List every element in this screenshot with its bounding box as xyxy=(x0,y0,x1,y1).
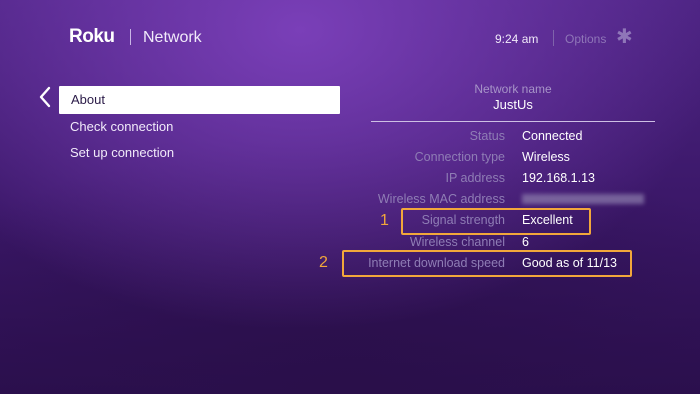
status-label: Status xyxy=(469,129,505,143)
mac-address-redacted xyxy=(522,194,644,204)
menu-item-about[interactable]: About xyxy=(59,86,340,114)
network-name-value: JustUs xyxy=(493,97,533,112)
annotation-marker-1: 1 xyxy=(380,212,389,229)
menu-item-set-up-connection[interactable]: Set up connection xyxy=(70,145,174,160)
wireless-channel-value: 6 xyxy=(522,235,529,249)
download-speed-value: Good as of 11/13 xyxy=(522,256,617,270)
annotation-marker-2: 2 xyxy=(319,254,328,271)
back-chevron-icon[interactable] xyxy=(38,86,52,108)
header-divider xyxy=(130,29,131,45)
roku-logo: Roku xyxy=(69,26,115,47)
ip-address-label: IP address xyxy=(445,171,505,185)
ip-address-value: 192.168.1.13 xyxy=(522,171,595,185)
network-name-label: Network name xyxy=(474,82,552,96)
divider xyxy=(371,121,655,122)
signal-strength-label: Signal strength xyxy=(421,213,505,227)
status-value: Connected xyxy=(522,129,583,143)
menu-item-label: About xyxy=(71,92,105,107)
download-speed-label: Internet download speed xyxy=(368,256,505,270)
wireless-channel-label: Wireless channel xyxy=(409,235,505,249)
options-button[interactable]: Options xyxy=(565,32,606,46)
connection-type-label: Connection type xyxy=(414,150,505,164)
asterisk-icon[interactable]: ✱ xyxy=(616,27,633,47)
clock-divider xyxy=(553,30,554,46)
connection-type-value: Wireless xyxy=(522,150,570,164)
signal-strength-value: Excellent xyxy=(522,213,573,227)
menu-item-check-connection[interactable]: Check connection xyxy=(70,119,173,134)
wireless-mac-label: Wireless MAC address xyxy=(377,192,505,206)
clock: 9:24 am xyxy=(495,32,539,46)
page-title: Network xyxy=(143,29,202,46)
